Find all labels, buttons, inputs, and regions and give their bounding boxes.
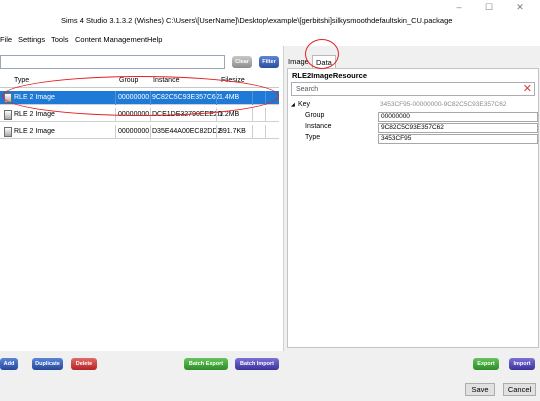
close-icon[interactable]: ✕: [503, 0, 537, 14]
key-summary: 3453CF95-00000000-9C82C5C93E357C62: [378, 101, 538, 111]
annotation-ellipse: [2, 76, 279, 116]
table-row[interactable]: RLE 2 Image 00000000 D35E44A00EC82DD2 89…: [0, 125, 279, 139]
cell-type: RLE 2 Image: [14, 111, 55, 118]
window-title: Sims 4 Studio 3.1.3.2 (Wishes) C:\Users\…: [61, 16, 453, 25]
maximize-icon[interactable]: ☐: [472, 0, 506, 14]
data-tab-panel: RLE2ImageResource Search ✕ ◢ Key 3453CF9…: [287, 68, 539, 348]
property-name: Type: [305, 134, 321, 141]
group-value-field[interactable]: 00000000: [378, 112, 538, 122]
menu-settings[interactable]: Settings: [18, 35, 45, 44]
menu-bar: File Settings Tools Content Management H…: [0, 33, 540, 46]
property-name: Group: [305, 112, 325, 119]
image-file-icon: [4, 127, 12, 137]
batch-export-button[interactable]: Batch Export: [184, 358, 228, 370]
property-row-group: Group 00000000: [288, 112, 538, 122]
menu-file[interactable]: File: [0, 35, 12, 44]
property-search-input[interactable]: Search ✕: [291, 82, 535, 96]
search-placeholder: Search: [296, 86, 319, 93]
type-value-field[interactable]: 3453CF95: [378, 134, 538, 144]
cell-filesize: 891.7KB: [219, 128, 246, 135]
add-button[interactable]: Add: [0, 358, 18, 370]
export-button[interactable]: Export: [473, 358, 499, 370]
key-group-row[interactable]: ◢ Key 3453CF95-00000000-9C82C5C93E357C62: [288, 101, 538, 111]
cell-group: 00000000: [118, 128, 150, 135]
resource-type-title: RLE2ImageResource: [292, 71, 368, 80]
expand-toggle-icon[interactable]: ◢: [291, 102, 295, 108]
property-name: Instance: [305, 123, 332, 130]
property-row-instance: Instance 9C82C5C93E357C62: [288, 123, 538, 133]
resource-search-input[interactable]: [0, 55, 225, 69]
dialog-footer: [0, 379, 540, 401]
filter-button[interactable]: Filter: [259, 56, 279, 68]
menu-tools[interactable]: Tools: [51, 35, 69, 44]
cancel-button[interactable]: Cancel: [503, 383, 536, 396]
annotation-circle: [305, 39, 339, 69]
title-bar: Sims 4 Studio 3.1.3.2 (Wishes) C:\Users\…: [0, 0, 540, 33]
instance-value-field[interactable]: 9C82C5C93E357C62: [378, 123, 538, 133]
clear-search-icon[interactable]: ✕: [523, 83, 532, 96]
import-button[interactable]: Import: [509, 358, 535, 370]
key-label: Key: [298, 101, 311, 108]
duplicate-button[interactable]: Duplicate: [32, 358, 63, 370]
save-button[interactable]: Save: [465, 383, 495, 396]
menu-help[interactable]: Help: [147, 35, 162, 44]
image-file-icon: [4, 110, 12, 120]
delete-button[interactable]: Delete: [71, 358, 97, 370]
menu-content-management[interactable]: Content Management: [75, 35, 147, 44]
batch-import-button[interactable]: Batch Import: [235, 358, 279, 370]
minimize-icon[interactable]: –: [442, 0, 476, 14]
cell-instance: D35E44A00EC82DD2: [152, 128, 222, 135]
properties-pane: Image Data RLE2ImageResource Search ✕ ◢ …: [285, 46, 540, 351]
column-header-type[interactable]: Type: [14, 77, 29, 84]
property-row-type: Type 3453CF95: [288, 134, 538, 144]
clear-button[interactable]: Clear: [232, 56, 252, 68]
cell-type: RLE 2 Image: [14, 128, 55, 135]
